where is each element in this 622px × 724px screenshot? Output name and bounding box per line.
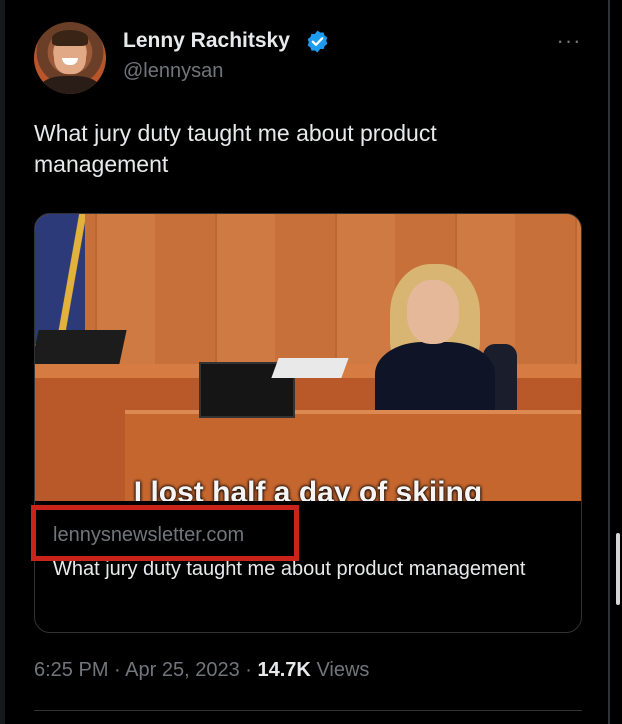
scrollbar-thumb[interactable] [616,533,620,605]
verified-badge-icon [307,30,328,53]
author-handle[interactable]: @lennysan [123,60,223,83]
meta-separator: · [114,659,121,681]
tweet-time[interactable]: 6:25 PM [34,659,108,681]
video-subtitle: I lost half a day of skiing [133,476,483,501]
link-preview-card[interactable]: I lost half a day of skiing lennysnewsle… [34,213,582,633]
views-count[interactable]: 14.7K [258,659,311,681]
tweet-metadata: 6:25 PM · Apr 25, 2023 · 14.7K Views [34,659,369,682]
card-image[interactable]: I lost half a day of skiing [35,214,581,501]
more-options-icon[interactable]: ··· [554,26,584,56]
meta-separator: · [245,659,252,681]
avatar[interactable] [34,22,106,94]
avatar-hair [52,30,88,46]
flag-image [35,214,85,344]
left-panel-edge [0,0,5,724]
domain-highlight-box [31,505,299,561]
witness-face-image [407,280,459,344]
tweet-text: What jury duty taught me about product m… [34,120,437,177]
binder-image [271,358,349,378]
views-label: Views [316,659,370,681]
left-monitor-image [35,330,127,364]
right-gutter [610,0,622,724]
divider [34,710,582,711]
author-name[interactable]: Lenny Rachitsky [123,29,290,53]
tweet-date[interactable]: Apr 25, 2023 [125,659,240,681]
avatar-shirt [40,76,100,94]
